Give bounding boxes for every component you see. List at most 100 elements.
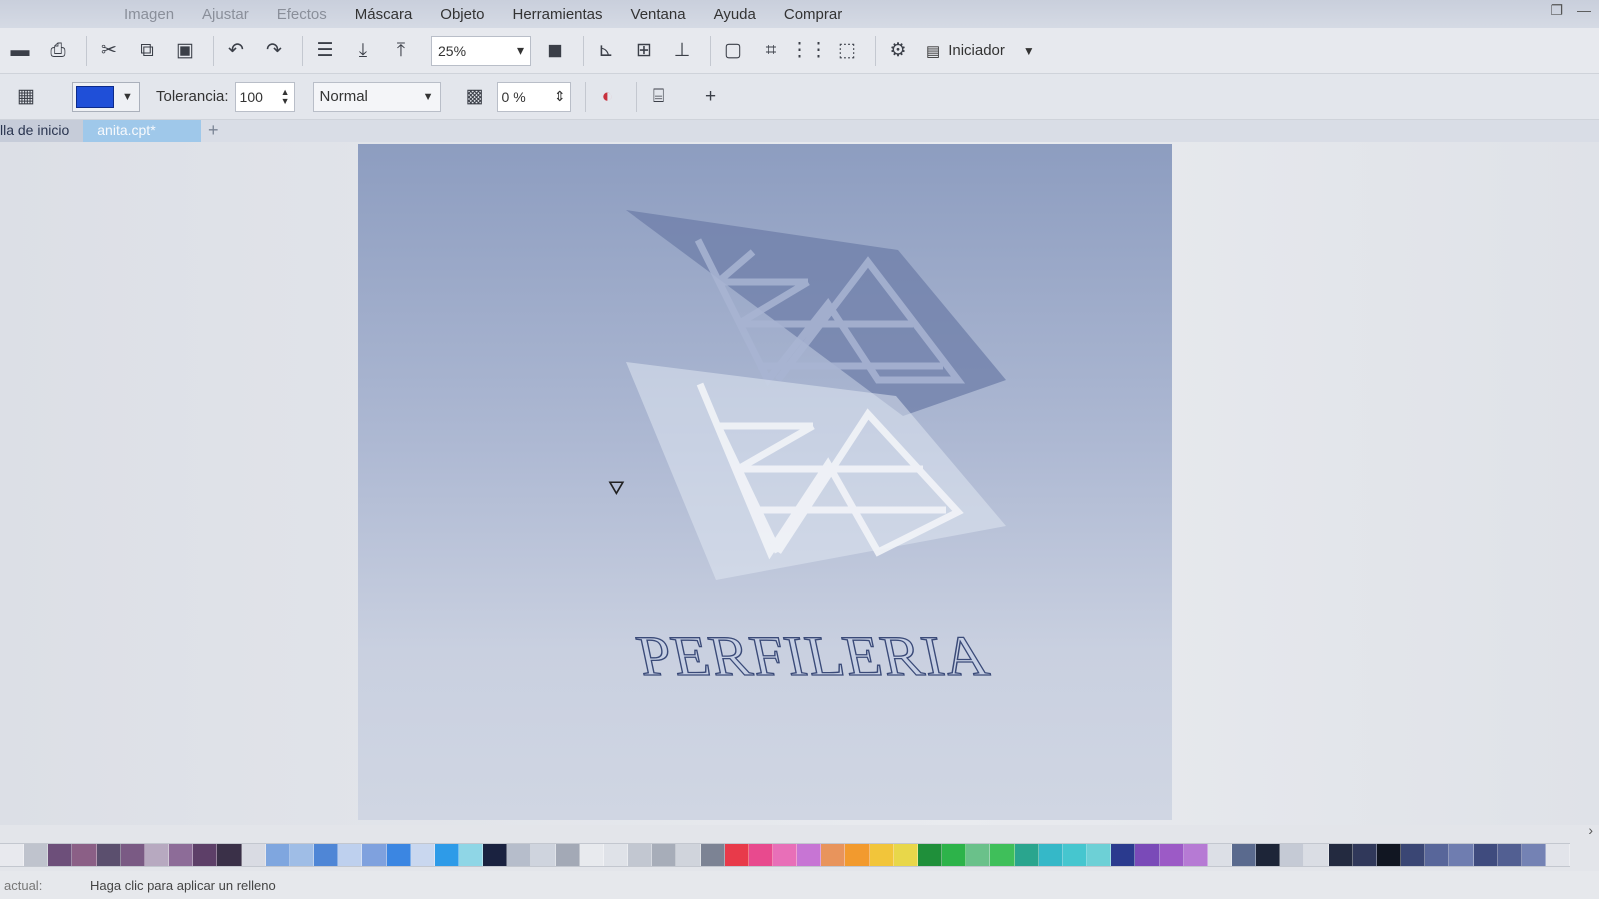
palette-swatch[interactable] bbox=[1376, 844, 1402, 866]
save-icon[interactable]: ▬ bbox=[4, 35, 36, 67]
palette-swatch[interactable] bbox=[1135, 844, 1160, 866]
palette-swatch[interactable] bbox=[773, 844, 798, 866]
restore-window-icon[interactable]: ❐ bbox=[1550, 2, 1563, 19]
palette-swatch[interactable] bbox=[434, 844, 459, 866]
palette-swatch[interactable] bbox=[676, 844, 701, 866]
snap-icon[interactable]: ⋮⋮ bbox=[790, 35, 828, 67]
import-icon[interactable]: ⤓ bbox=[347, 35, 379, 67]
palette-swatch[interactable] bbox=[458, 844, 484, 866]
palette-swatch[interactable] bbox=[531, 844, 556, 866]
paste-icon[interactable]: ▣ bbox=[169, 35, 201, 67]
palette-swatch[interactable] bbox=[1280, 844, 1305, 866]
palette-swatch[interactable] bbox=[1159, 844, 1184, 866]
palette-swatch[interactable] bbox=[869, 844, 894, 866]
menu-item-imagen[interactable]: Imagen bbox=[110, 6, 188, 23]
palette-swatch[interactable] bbox=[265, 844, 290, 866]
print-icon[interactable]: ⎙ bbox=[42, 35, 74, 67]
palette-swatch[interactable] bbox=[603, 844, 629, 866]
palette-swatch[interactable] bbox=[1207, 844, 1232, 866]
fill-settings-icon[interactable]: ⌸ bbox=[643, 81, 675, 113]
palette-scroll-right-icon[interactable]: › bbox=[1588, 822, 1593, 838]
menu-item-comprar[interactable]: Comprar bbox=[770, 6, 856, 23]
launcher-button[interactable]: ▤ Iniciador ▼ bbox=[926, 42, 1035, 60]
palette-swatch[interactable] bbox=[1352, 844, 1377, 866]
palette-swatch[interactable] bbox=[193, 844, 218, 866]
document-canvas[interactable]: ⛛ PERFILERIA bbox=[358, 144, 1172, 820]
grid-icon[interactable]: ⊞ bbox=[628, 35, 660, 67]
palette-swatch[interactable] bbox=[966, 844, 991, 866]
export-icon[interactable]: ⤒ bbox=[385, 35, 417, 67]
palette-swatch[interactable] bbox=[917, 844, 943, 866]
antialiasing-icon[interactable]: ◐ bbox=[592, 81, 624, 113]
stepper-icon[interactable]: ▲ ▼ bbox=[281, 87, 290, 106]
palette-swatch[interactable] bbox=[893, 844, 918, 866]
palette-swatch[interactable] bbox=[1062, 844, 1088, 866]
palette-swatch[interactable] bbox=[48, 844, 73, 866]
palette-swatch[interactable] bbox=[797, 844, 822, 866]
menu-item-objeto[interactable]: Objeto bbox=[426, 6, 498, 23]
fill-color-picker[interactable]: ▼ bbox=[72, 81, 140, 112]
palette-swatch[interactable] bbox=[845, 844, 870, 866]
redo-icon[interactable]: ↷ bbox=[258, 35, 290, 67]
palette-swatch[interactable] bbox=[1231, 844, 1257, 866]
palette-swatch[interactable] bbox=[1111, 844, 1136, 866]
crop-icon[interactable]: ⌗ bbox=[755, 35, 787, 67]
palette-swatch[interactable] bbox=[289, 844, 315, 866]
mask-marquee-icon[interactable]: ⬚ bbox=[831, 35, 863, 67]
options-gear-icon[interactable]: ⚙ bbox=[882, 35, 914, 67]
tab-welcome-screen[interactable]: lla de inicio bbox=[0, 120, 84, 142]
palette-swatch[interactable] bbox=[990, 844, 1015, 866]
zoom-level-select[interactable]: 25% ▾ bbox=[431, 35, 531, 66]
palette-swatch[interactable] bbox=[1546, 844, 1571, 866]
palette-swatch[interactable] bbox=[1497, 844, 1522, 866]
full-screen-icon[interactable]: ◼ bbox=[539, 35, 571, 67]
minimize-window-icon[interactable]: — bbox=[1577, 2, 1591, 19]
palette-swatch[interactable] bbox=[1014, 844, 1039, 866]
add-icon[interactable]: + bbox=[695, 81, 727, 113]
palette-swatch[interactable] bbox=[410, 844, 435, 866]
palette-swatch[interactable] bbox=[700, 844, 725, 866]
palette-swatch[interactable] bbox=[1087, 844, 1112, 866]
tolerance-input[interactable]: 100 ▲ ▼ bbox=[234, 81, 295, 112]
rulers-icon[interactable]: ⊾ bbox=[590, 35, 622, 67]
stepper-icon[interactable]: ⇕ bbox=[554, 88, 566, 105]
palette-swatch[interactable] bbox=[217, 844, 242, 866]
palette-swatch[interactable] bbox=[1401, 844, 1426, 866]
palette-swatch[interactable] bbox=[120, 844, 145, 866]
palette-swatch[interactable] bbox=[507, 844, 532, 866]
palette-swatch[interactable] bbox=[748, 844, 773, 866]
palette-swatch[interactable] bbox=[0, 844, 25, 866]
palette-swatch[interactable] bbox=[96, 844, 121, 866]
menu-item-ventana[interactable]: Ventana bbox=[617, 6, 700, 23]
palette-swatch[interactable] bbox=[241, 844, 266, 866]
menu-item-efectos[interactable]: Efectos bbox=[263, 6, 341, 23]
add-tab-icon[interactable]: + bbox=[201, 120, 225, 142]
palette-swatch[interactable] bbox=[386, 844, 411, 866]
palette-swatch[interactable] bbox=[1183, 844, 1208, 866]
palette-swatch[interactable] bbox=[1425, 844, 1450, 866]
palette-swatch[interactable] bbox=[724, 844, 749, 866]
undo-icon[interactable]: ↶ bbox=[220, 35, 252, 67]
align-icon[interactable]: ☰ bbox=[309, 35, 341, 67]
palette-swatch[interactable] bbox=[1449, 844, 1474, 866]
copy-icon[interactable]: ⧉ bbox=[131, 35, 163, 67]
palette-swatch[interactable] bbox=[362, 844, 387, 866]
palette-swatch[interactable] bbox=[555, 844, 580, 866]
palette-swatch[interactable] bbox=[579, 844, 604, 866]
menu-item-ayuda[interactable]: Ayuda bbox=[700, 6, 770, 23]
menu-item-herramientas[interactable]: Herramientas bbox=[499, 6, 617, 23]
palette-swatch[interactable] bbox=[1521, 844, 1546, 866]
palette-swatch[interactable] bbox=[338, 844, 363, 866]
palette-swatch[interactable] bbox=[1038, 844, 1063, 866]
palette-swatch[interactable] bbox=[314, 844, 339, 866]
palette-swatch[interactable] bbox=[169, 844, 194, 866]
palette-swatch[interactable] bbox=[652, 844, 677, 866]
palette-swatch[interactable] bbox=[821, 844, 846, 866]
palette-swatch[interactable] bbox=[1256, 844, 1281, 866]
cut-icon[interactable]: ✂ bbox=[93, 35, 125, 67]
menu-item-ajustar[interactable]: Ajustar bbox=[188, 6, 263, 23]
palette-swatch[interactable] bbox=[144, 844, 170, 866]
palette-swatch[interactable] bbox=[24, 844, 49, 866]
logo-text[interactable]: PERFILERIA bbox=[631, 624, 996, 690]
show-object-icon[interactable]: ▢ bbox=[717, 35, 749, 67]
